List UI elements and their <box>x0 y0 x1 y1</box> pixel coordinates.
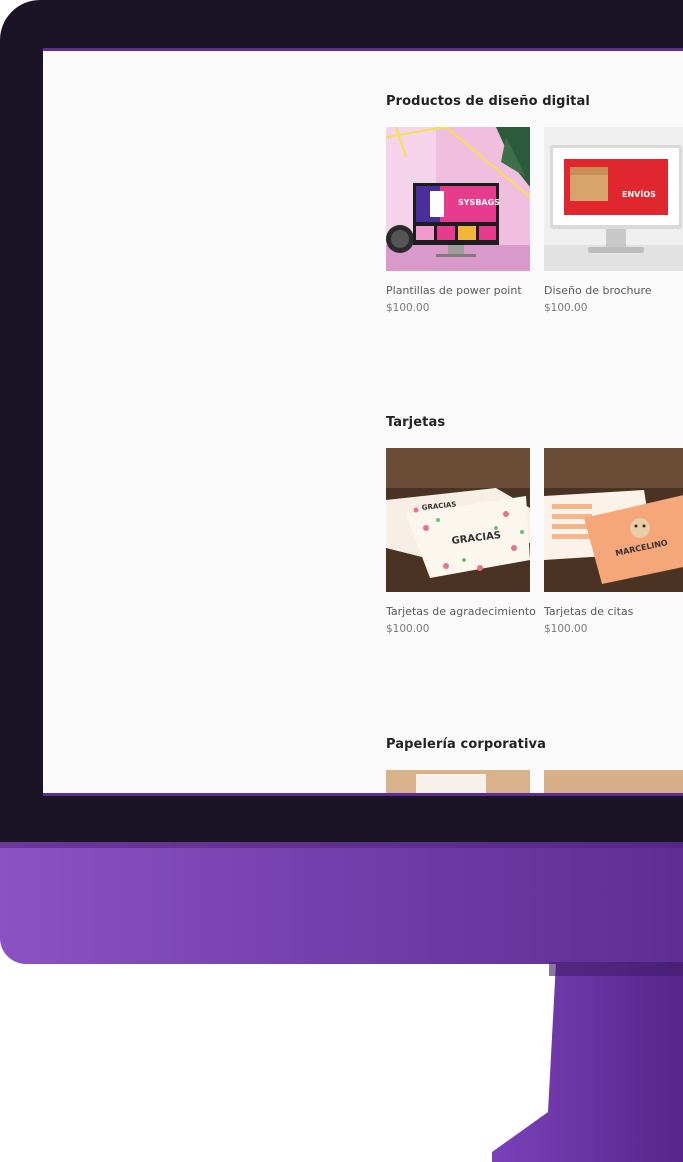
product-image-ppt[interactable]: SYSBAGS <box>386 127 530 271</box>
monitor-stand-shadow <box>549 962 683 976</box>
product-image-thank-you[interactable]: GRACIAS GRACIAS <box>386 448 530 592</box>
product-name[interactable]: Diseño de brochure <box>544 284 683 297</box>
product-card-brochure[interactable]: ENVÍOS Diseño de brochure $100.00 <box>544 127 683 314</box>
thank-you-card-illustration: GRACIAS GRACIAS <box>386 448 530 592</box>
ppt-mock-text: SYSBAGS <box>458 198 500 207</box>
appointment-card-illustration: MARCELINO <box>544 448 683 592</box>
monitor-stand <box>492 962 683 1162</box>
section-cards: Tarjetas GRACIAS GRACIAS Tarjetas de agr… <box>386 415 683 635</box>
section-corporate-stationery: Papelería corporativa <box>386 737 683 793</box>
product-name[interactable]: Tarjetas de agradecimiento <box>386 605 536 618</box>
product-price: $100.00 <box>544 302 588 314</box>
product-grid: GRACIAS GRACIAS Tarjetas de agradecimien… <box>386 448 683 648</box>
stationery-illustration <box>386 770 530 793</box>
product-image-partial[interactable] <box>544 770 683 793</box>
product-grid: SYSBAGS Plantillas de power point $100.0… <box>386 127 683 327</box>
product-card-ppt[interactable]: SYSBAGS Plantillas de power point $100.0… <box>386 127 530 314</box>
ppt-mockup-illustration: SYSBAGS <box>386 127 530 271</box>
product-image-partial[interactable] <box>386 770 530 793</box>
product-card-partial[interactable] <box>544 770 683 793</box>
product-price: $100.00 <box>386 302 430 314</box>
monitor-chin-shadow <box>0 842 683 848</box>
section-title: Tarjetas <box>386 415 446 430</box>
product-name[interactable]: Plantillas de power point <box>386 284 530 297</box>
section-digital-design: Productos de diseño digital SYSBAGS Plan… <box>386 94 683 314</box>
product-name[interactable]: Tarjetas de citas <box>544 605 683 618</box>
section-title: Productos de diseño digital <box>386 94 590 109</box>
product-grid <box>386 770 683 793</box>
monitor-screen: Productos de diseño digital SYSBAGS Plan… <box>43 48 683 796</box>
section-title: Papelería corporativa <box>386 737 546 752</box>
monitor-chin <box>0 842 683 964</box>
product-image-appointment[interactable]: MARCELINO <box>544 448 683 592</box>
brochure-mockup-illustration: ENVÍOS <box>544 127 683 271</box>
product-image-brochure[interactable]: ENVÍOS <box>544 127 683 271</box>
product-card-partial[interactable] <box>386 770 530 793</box>
product-price: $100.00 <box>544 623 588 635</box>
product-price: $100.00 <box>386 623 430 635</box>
brochure-mock-text: ENVÍOS <box>622 188 656 199</box>
product-card-thank-you[interactable]: GRACIAS GRACIAS Tarjetas de agradecimien… <box>386 448 536 635</box>
product-card-appointment[interactable]: MARCELINO Tarjetas de citas $100.00 <box>544 448 683 635</box>
